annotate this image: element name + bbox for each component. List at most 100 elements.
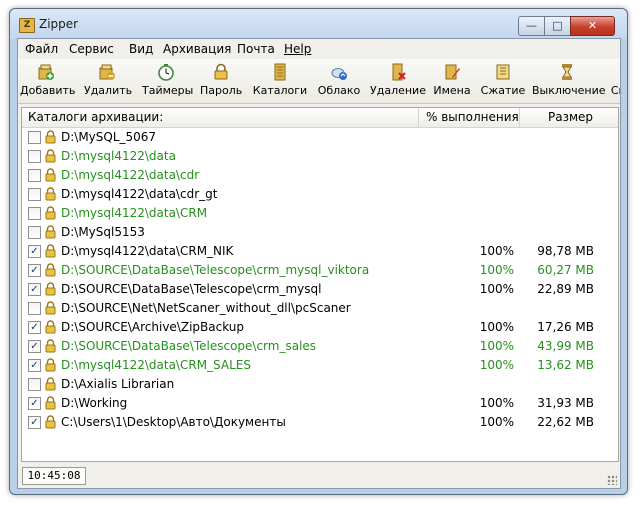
row-path: D:\Working xyxy=(61,396,128,410)
resize-grip[interactable] xyxy=(607,475,617,485)
row-checkbox[interactable] xyxy=(28,169,41,182)
lock-icon xyxy=(45,206,56,220)
row-size: 13,62 MB xyxy=(537,358,594,372)
header-separator[interactable] xyxy=(418,108,419,127)
lock-icon xyxy=(45,168,56,182)
row-checkbox[interactable]: ✓ xyxy=(28,321,41,334)
catalogs-button[interactable]: Каталоги xyxy=(252,61,308,101)
maximize-button[interactable]: □ xyxy=(544,16,571,36)
removal-icon xyxy=(392,63,406,81)
lock-icon xyxy=(45,225,56,239)
row-checkbox[interactable] xyxy=(28,131,41,144)
header-separator[interactable] xyxy=(519,108,520,127)
table-row[interactable]: D:\mysql4122\data\CRM xyxy=(22,204,618,223)
header-catalogs[interactable]: Каталоги архивации: xyxy=(28,110,163,124)
table-row[interactable]: D:\mysql4122\data xyxy=(22,147,618,166)
table-row[interactable]: ✓ D:\SOURCE\DataBase\Telescope\crm_sales 1… xyxy=(22,337,618,356)
row-checkbox[interactable] xyxy=(28,150,41,163)
lock-icon xyxy=(45,244,56,258)
removal-button[interactable]: Удаление xyxy=(370,61,426,101)
minimize-button[interactable]: — xyxy=(518,16,545,36)
header-size[interactable]: Размер xyxy=(548,110,593,124)
row-checkbox[interactable]: ✓ xyxy=(28,264,41,277)
row-checkbox[interactable] xyxy=(28,207,41,220)
row-path: D:\mysql4122\data\CRM_SALES xyxy=(61,358,251,372)
table-row[interactable]: ✓ D:\SOURCE\Archive\ZipBackup 100% 17,26 MB xyxy=(22,318,618,337)
row-path: D:\SOURCE\DataBase\Telescope\crm_sales xyxy=(61,339,317,353)
row-path: D:\mysql4122\data\CRM xyxy=(61,206,208,220)
row-checkbox[interactable]: ✓ xyxy=(28,359,41,372)
row-checkbox[interactable]: ✓ xyxy=(28,397,41,410)
row-checkbox[interactable]: ✓ xyxy=(28,245,41,258)
password-button[interactable]: Пароль xyxy=(200,61,242,101)
catalogs-label: Каталоги xyxy=(252,84,308,97)
archive-catalog-list[interactable]: Каталоги архивации: % выполнения Размер … xyxy=(21,107,619,462)
menu-service[interactable]: Сервис xyxy=(69,42,114,56)
names-label: Имена xyxy=(433,84,471,97)
names-button[interactable]: Имена xyxy=(432,61,472,101)
compression-button[interactable]: Сжатие xyxy=(480,61,526,101)
table-row[interactable]: D:\mysql4122\data\cdr_gt xyxy=(22,185,618,204)
lock-icon xyxy=(45,320,56,334)
lock-icon xyxy=(45,282,56,296)
close-button[interactable]: ✕ xyxy=(570,16,615,36)
row-checkbox[interactable] xyxy=(28,302,41,315)
table-row[interactable]: D:\Axialis Librarian xyxy=(22,375,618,394)
delete-button[interactable]: Удалить xyxy=(84,61,132,101)
add-label: Добавить xyxy=(20,84,76,97)
row-checkbox[interactable] xyxy=(28,226,41,239)
timers-button[interactable]: Таймеры xyxy=(142,61,193,101)
table-row[interactable]: ✓ C:\Users\1\Desktop\Авто\Документы 100% 22… xyxy=(22,413,618,432)
table-row[interactable]: D:\MySQL_5067 xyxy=(22,128,618,147)
client-area: Файл Сервис Вид Архивация Почта Help Доб… xyxy=(17,38,621,489)
password-label: Пароль xyxy=(200,84,243,97)
lock-icon xyxy=(45,358,56,372)
menu-file[interactable]: Файл xyxy=(25,42,58,56)
menu-view[interactable]: Вид xyxy=(129,42,153,56)
cloud-button[interactable]: Облако xyxy=(316,61,362,101)
row-size: 98,78 MB xyxy=(537,244,594,258)
header-percent[interactable]: % выполнения xyxy=(426,110,519,124)
more-button[interactable]: Ск xyxy=(608,61,620,101)
row-size: 17,26 MB xyxy=(537,320,594,334)
table-row[interactable]: ✓ D:\SOURCE\DataBase\Telescope\crm_mysql 1… xyxy=(22,280,618,299)
row-percent: 100% xyxy=(479,358,514,372)
list-header: Каталоги архивации: % выполнения Размер xyxy=(22,108,618,128)
table-row[interactable]: D:\MySql5153 xyxy=(22,223,618,242)
table-row[interactable]: ✓ D:\Working 100% 31,93 MB xyxy=(22,394,618,413)
row-percent: 100% xyxy=(479,282,514,296)
lock-icon xyxy=(45,339,56,353)
row-checkbox[interactable] xyxy=(28,378,41,391)
table-row[interactable]: ✓ D:\mysql4122\data\CRM_SALES 100% 13,62 MB xyxy=(22,356,618,375)
row-checkbox[interactable]: ✓ xyxy=(28,283,41,296)
row-path: D:\SOURCE\DataBase\Telescope\crm_mysql_v… xyxy=(61,263,370,277)
table-row[interactable]: D:\SOURCE\Net\NetScaner_without_dll\pcSc… xyxy=(22,299,618,318)
menu-mail[interactable]: Почта xyxy=(237,42,275,56)
row-size: 22,89 MB xyxy=(537,282,594,296)
lock-icon xyxy=(45,130,56,144)
row-percent: 100% xyxy=(479,244,514,258)
row-path: D:\SOURCE\DataBase\Telescope\crm_mysql xyxy=(61,282,322,296)
menu-bar: Файл Сервис Вид Архивация Почта Help xyxy=(18,39,620,59)
menu-help[interactable]: Help xyxy=(284,42,311,56)
row-checkbox[interactable]: ✓ xyxy=(28,416,41,429)
row-size: 43,99 MB xyxy=(537,339,594,353)
row-checkbox[interactable]: ✓ xyxy=(28,340,41,353)
cloud-icon xyxy=(331,68,347,80)
table-row[interactable]: ✓ D:\SOURCE\DataBase\Telescope\crm_mysql_… xyxy=(22,261,618,280)
shutdown-button[interactable]: Выключение xyxy=(532,61,606,101)
table-row[interactable]: D:\mysql4122\data\cdr xyxy=(22,166,618,185)
row-percent: 100% xyxy=(479,339,514,353)
row-path: D:\mysql4122\data xyxy=(61,149,176,163)
menu-archiving[interactable]: Архивация xyxy=(163,42,231,56)
title-bar[interactable]: Z Zipper — □ ✕ xyxy=(10,9,627,39)
row-path: D:\MySQL_5067 xyxy=(61,130,157,144)
password-lock-icon xyxy=(214,63,228,80)
zipper-app-icon: Z xyxy=(19,18,35,33)
shutdown-label: Выключение xyxy=(532,84,606,97)
row-checkbox[interactable] xyxy=(28,188,41,201)
table-row[interactable]: ✓ D:\mysql4122\data\CRM_NIK 100% 98,78 MB xyxy=(22,242,618,261)
row-percent: 100% xyxy=(479,415,514,429)
more-label: Ск xyxy=(610,84,620,97)
add-button[interactable]: Добавить xyxy=(20,61,76,101)
